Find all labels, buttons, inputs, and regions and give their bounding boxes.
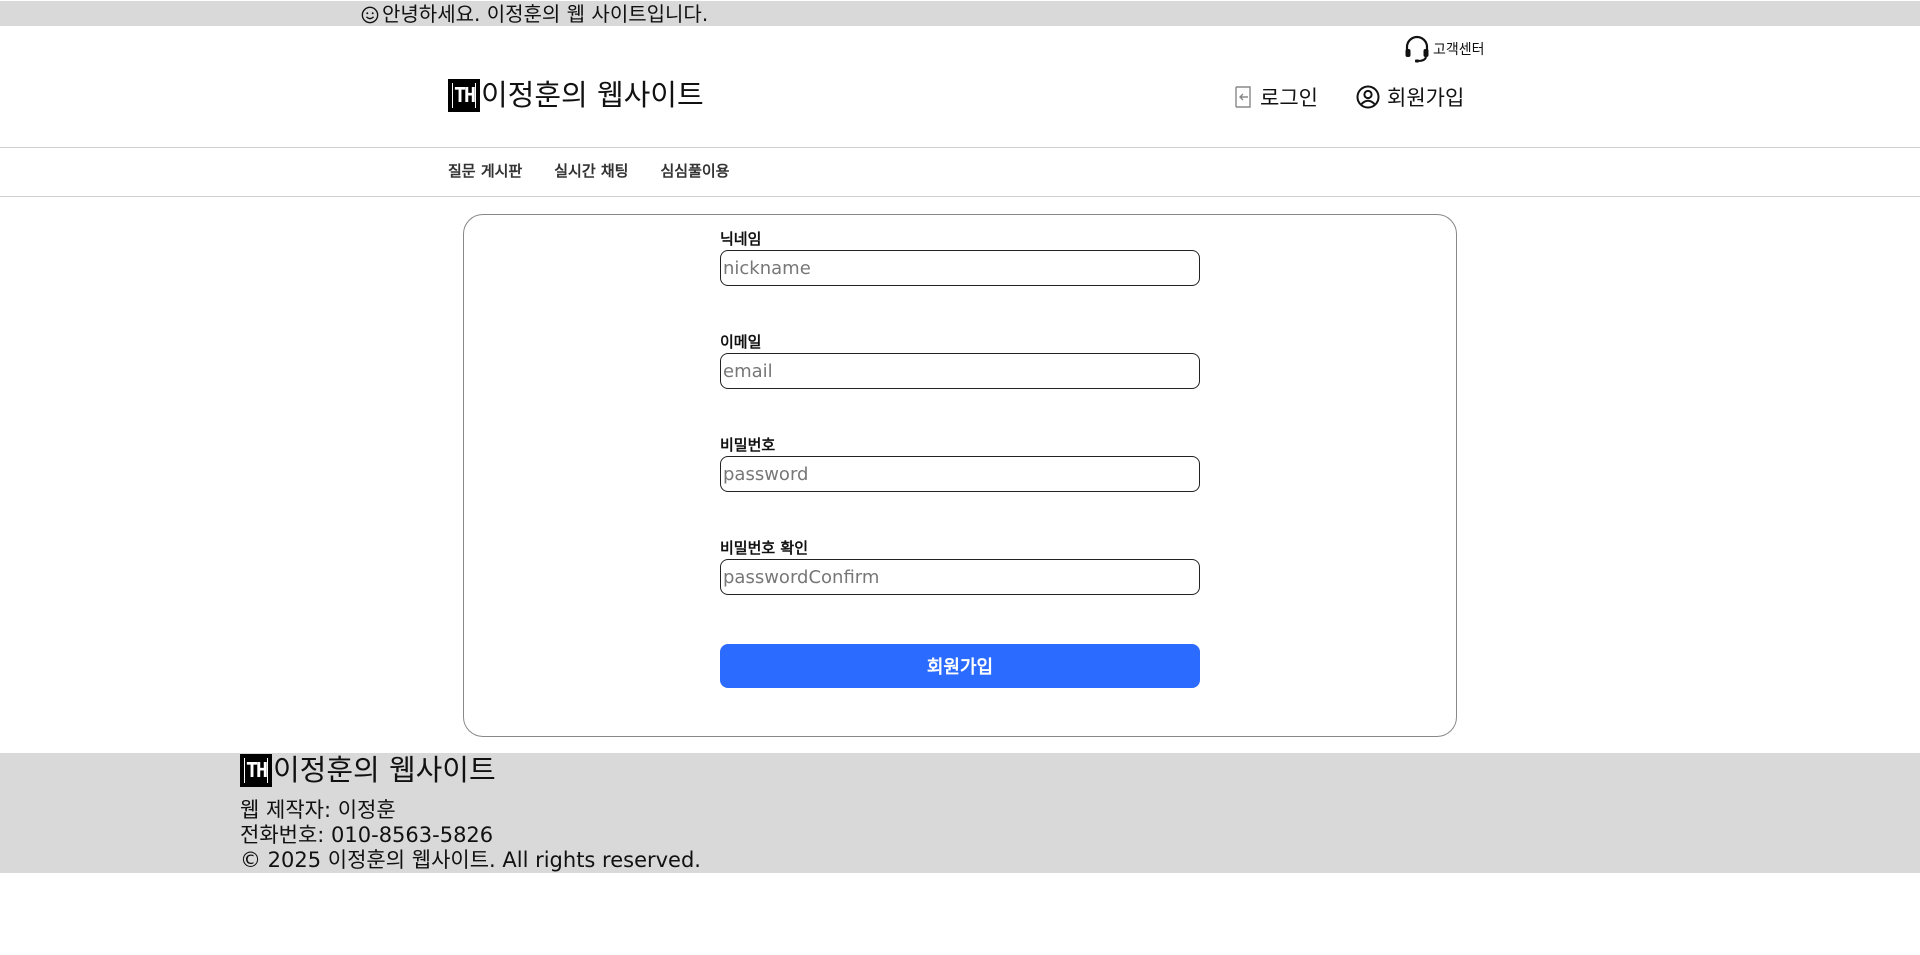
headset-icon xyxy=(1405,35,1429,63)
password-label: 비밀번호 xyxy=(720,436,776,454)
footer: TH 이정훈의 웹사이트 웹 제작자: 이정훈 전화번호: 010-8563-5… xyxy=(0,753,1920,873)
password-confirm-input[interactable] xyxy=(720,559,1200,595)
login-icon xyxy=(1235,86,1251,108)
nickname-input[interactable] xyxy=(720,250,1200,286)
customer-support-link[interactable]: 고객센터 xyxy=(1403,34,1485,64)
signup-link[interactable]: 회원가입 xyxy=(1356,82,1464,112)
password-input[interactable] xyxy=(720,456,1200,492)
site-logo: TH xyxy=(448,78,480,112)
login-link[interactable]: 로그인 xyxy=(1233,82,1318,112)
smile-icon xyxy=(361,6,379,24)
user-circle-icon xyxy=(1356,85,1380,109)
login-label: 로그인 xyxy=(1260,86,1318,110)
password-confirm-label: 비밀번호 확인 xyxy=(720,539,809,557)
footer-maker: 웹 제작자: 이정훈 xyxy=(240,798,396,822)
nav-item-question-board[interactable]: 질문 게시판 xyxy=(448,160,522,181)
nickname-group: 닉네임 xyxy=(720,229,1200,286)
email-group: 이메일 xyxy=(720,332,1200,389)
nickname-label: 닉네임 xyxy=(720,230,762,248)
main-nav: 질문 게시판 실시간 채팅 심심풀이용 xyxy=(448,160,761,181)
email-input[interactable] xyxy=(720,353,1200,389)
footer-logo: TH xyxy=(240,753,272,787)
nav-divider xyxy=(0,196,1920,197)
support-label: 고객센터 xyxy=(1433,42,1485,58)
password-confirm-group: 비밀번호 확인 xyxy=(720,538,1200,595)
password-group: 비밀번호 xyxy=(720,435,1200,492)
signup-submit-button[interactable]: 회원가입 xyxy=(720,644,1200,688)
announcement: 안녕하세요. 이정훈의 웹 사이트입니다. xyxy=(361,3,708,25)
announcement-text: 안녕하세요. 이정훈의 웹 사이트입니다. xyxy=(382,2,709,26)
signup-form-card: 닉네임 이메일 비밀번호 비밀번호 확인 회원가입 xyxy=(463,214,1457,737)
footer-phone: 전화번호: 010-8563-5826 xyxy=(240,823,494,847)
header-divider xyxy=(0,147,1920,148)
site-brand[interactable]: TH 이정훈의 웹사이트 xyxy=(448,78,704,112)
email-label: 이메일 xyxy=(720,333,762,351)
footer-copyright: © 2025 이정훈의 웹사이트. All rights reserved. xyxy=(240,848,701,872)
announcement-bar: 안녕하세요. 이정훈의 웹 사이트입니다. xyxy=(0,1,1920,26)
nav-item-live-chat[interactable]: 실시간 채팅 xyxy=(554,160,628,181)
signup-label: 회원가입 xyxy=(1387,86,1465,110)
site-title: 이정훈의 웹사이트 xyxy=(481,78,704,112)
nav-item-fun[interactable]: 심심풀이용 xyxy=(660,160,729,181)
footer-site-title: 이정훈의 웹사이트 xyxy=(273,753,496,787)
footer-info: 웹 제작자: 이정훈 전화번호: 010-8563-5826 © 2025 이정… xyxy=(240,798,701,873)
footer-brand: TH 이정훈의 웹사이트 xyxy=(240,753,496,787)
